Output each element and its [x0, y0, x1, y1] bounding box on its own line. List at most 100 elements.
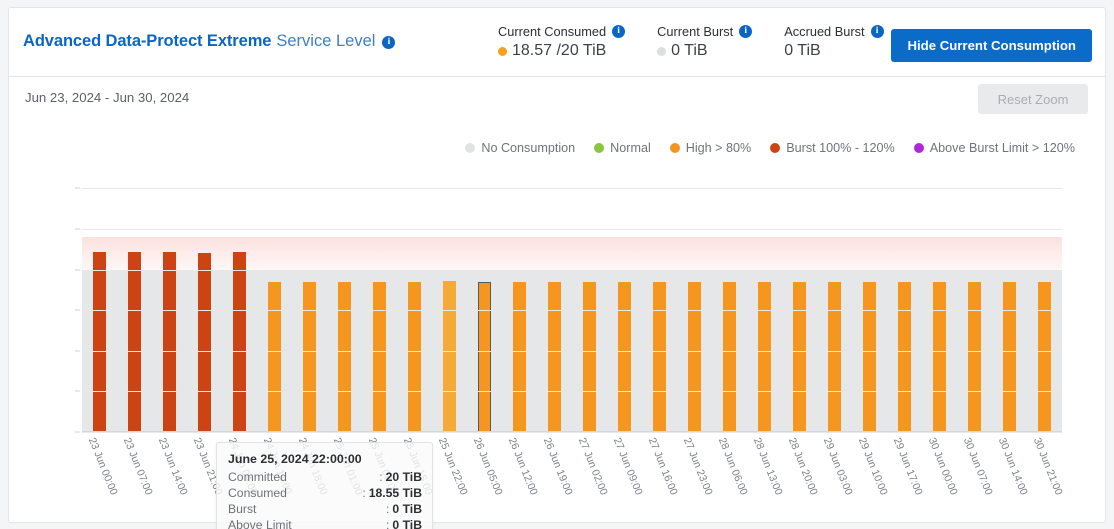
chart-bar[interactable] — [443, 281, 456, 432]
stat-label: Accrued Burst i — [784, 24, 883, 39]
legend-item[interactable]: Normal — [594, 141, 651, 155]
date-range-label: Jun 23, 2024 - Jun 30, 2024 — [25, 90, 189, 105]
info-icon[interactable]: i — [871, 25, 884, 38]
stat-current-consumed: Current Consumed i 18.57 /20 TiB — [498, 24, 625, 60]
chart-bar[interactable] — [198, 253, 211, 432]
legend-label: High > 80% — [686, 141, 751, 155]
tooltip-row: Consumed:18.55 TiB — [228, 485, 422, 501]
hide-current-consumption-button[interactable]: Hide Current Consumption — [891, 29, 1092, 62]
x-axis-tick-label: 26 Jun 05:00 — [470, 436, 504, 497]
chart-bar[interactable] — [688, 282, 701, 432]
tooltip-row-key: Consumed — [228, 485, 362, 501]
chart-bar[interactable] — [303, 282, 316, 432]
chart-bar[interactable] — [793, 282, 806, 432]
x-axis-tick-label: 30 Jun 07:00 — [960, 436, 994, 497]
x-axis-tick-label: 23 Jun 14:00 — [155, 436, 189, 497]
tooltip-row-colon: : — [379, 469, 382, 485]
x-axis-tick-label: 28 Jun 20:00 — [785, 436, 819, 497]
stat-value: 18.57 /20 TiB — [498, 42, 625, 60]
chart-bar[interactable] — [93, 252, 106, 432]
header-stats: Current Consumed i 18.57 /20 TiB Current… — [498, 24, 884, 60]
chart-bar[interactable] — [268, 282, 281, 432]
chart-bar[interactable] — [968, 282, 981, 432]
chart-bar[interactable] — [758, 282, 771, 432]
tooltip-row: Burst:0 TiB — [228, 501, 422, 517]
y-axis-tick-mark — [75, 310, 80, 311]
chart-bar[interactable] — [863, 282, 876, 432]
chart-bar[interactable] — [513, 282, 526, 432]
reset-zoom-button[interactable]: Reset Zoom — [978, 84, 1088, 114]
x-axis-tick-label: 28 Jun 13:00 — [750, 436, 784, 497]
tooltip-row-key: Above Limit — [228, 517, 386, 529]
service-name: Advanced Data-Protect Extreme — [23, 32, 271, 51]
info-icon[interactable]: i — [739, 25, 752, 38]
chart-bar[interactable] — [548, 282, 561, 432]
tooltip-row-value: 20 TiB — [386, 469, 422, 485]
y-axis-tick-mark — [75, 350, 80, 351]
stat-value-text: 0 TiB — [784, 42, 820, 60]
chart-bar[interactable] — [933, 282, 946, 432]
chart-bar[interactable] — [583, 282, 596, 432]
bar-series — [82, 172, 1062, 432]
y-axis-tick-mark — [75, 188, 80, 189]
x-axis-tick-label: 25 Jun 22:00 — [435, 436, 469, 497]
x-axis-tick-label: 23 Jun 07:00 — [120, 436, 154, 497]
legend-item[interactable]: Above Burst Limit > 120% — [914, 141, 1075, 155]
x-axis-tick-label: 30 Jun 21:00 — [1030, 436, 1064, 497]
y-axis-tick-mark — [75, 228, 80, 229]
stat-value: 0 TiB — [784, 42, 883, 60]
chart-bar[interactable] — [618, 282, 631, 432]
x-axis-tick-label: 26 Jun 19:00 — [540, 436, 574, 497]
tooltip-row: Above Limit:0 TiB — [228, 517, 422, 529]
chart-bar[interactable] — [338, 282, 351, 432]
stat-label: Current Burst i — [657, 24, 752, 39]
chart-bar[interactable] — [233, 252, 246, 432]
legend-item[interactable]: High > 80% — [670, 141, 751, 155]
chart-bar[interactable] — [128, 252, 141, 432]
stat-accrued-burst: Accrued Burst i 0 TiB — [784, 24, 883, 60]
gridline — [82, 270, 1062, 271]
stat-value-text: 0 TiB — [671, 42, 707, 60]
tooltip-row-colon: : — [362, 485, 365, 501]
legend-dot-icon — [914, 143, 924, 153]
tooltip-row-key: Burst — [228, 501, 386, 517]
legend-dot-icon — [670, 143, 680, 153]
consumption-chart: 0 TiB5 TiB10 TiB15 TiB20 TiB25 TiB30 TiB… — [9, 160, 1107, 522]
chart-bar[interactable] — [373, 282, 386, 432]
stat-label-text: Current Consumed — [498, 24, 606, 39]
legend-dot-icon — [770, 143, 780, 153]
chart-bar[interactable] — [898, 282, 911, 432]
service-level-card: Advanced Data-Protect Extreme Service Le… — [8, 7, 1106, 523]
chart-bar[interactable] — [723, 282, 736, 432]
x-axis-tick-label: 23 Jun 00:00 — [85, 436, 119, 497]
legend-label: No Consumption — [481, 141, 575, 155]
x-axis-tick-label: 29 Jun 10:00 — [855, 436, 889, 497]
chart-bar[interactable] — [408, 282, 421, 432]
chart-bar[interactable] — [828, 282, 841, 432]
stat-label-text: Current Burst — [657, 24, 733, 39]
tooltip-row: Committed:20 TiB — [228, 469, 422, 485]
chart-bar[interactable] — [653, 282, 666, 432]
gridline — [82, 310, 1062, 311]
tooltip-row-value: 0 TiB — [392, 501, 422, 517]
chart-toolbar: Jun 23, 2024 - Jun 30, 2024 Reset Zoom — [9, 77, 1105, 119]
tooltip-rows: Committed:20 TiBConsumed:18.55 TiBBurst:… — [228, 469, 422, 529]
gridline — [82, 229, 1062, 230]
info-icon[interactable]: i — [382, 36, 395, 49]
info-icon[interactable]: i — [612, 25, 625, 38]
tooltip-row-value: 0 TiB — [392, 517, 422, 529]
tooltip-row-key: Committed — [228, 469, 379, 485]
legend-label: Burst 100% - 120% — [786, 141, 895, 155]
chart-bar[interactable] — [1038, 282, 1051, 432]
chart-bar[interactable] — [1003, 282, 1016, 432]
legend-item[interactable]: Burst 100% - 120% — [770, 141, 895, 155]
plot-area: 0 TiB5 TiB10 TiB15 TiB20 TiB25 TiB30 TiB — [82, 172, 1062, 432]
chart-bar[interactable] — [478, 282, 491, 432]
x-axis-tick-label: 27 Jun 23:00 — [680, 436, 714, 497]
x-axis-tick-label: 26 Jun 12:00 — [505, 436, 539, 497]
chart-bar[interactable] — [163, 252, 176, 432]
x-axis-tick-label: 27 Jun 16:00 — [645, 436, 679, 497]
gridline — [82, 351, 1062, 352]
legend-item[interactable]: No Consumption — [465, 141, 575, 155]
stat-current-burst: Current Burst i 0 TiB — [657, 24, 752, 60]
